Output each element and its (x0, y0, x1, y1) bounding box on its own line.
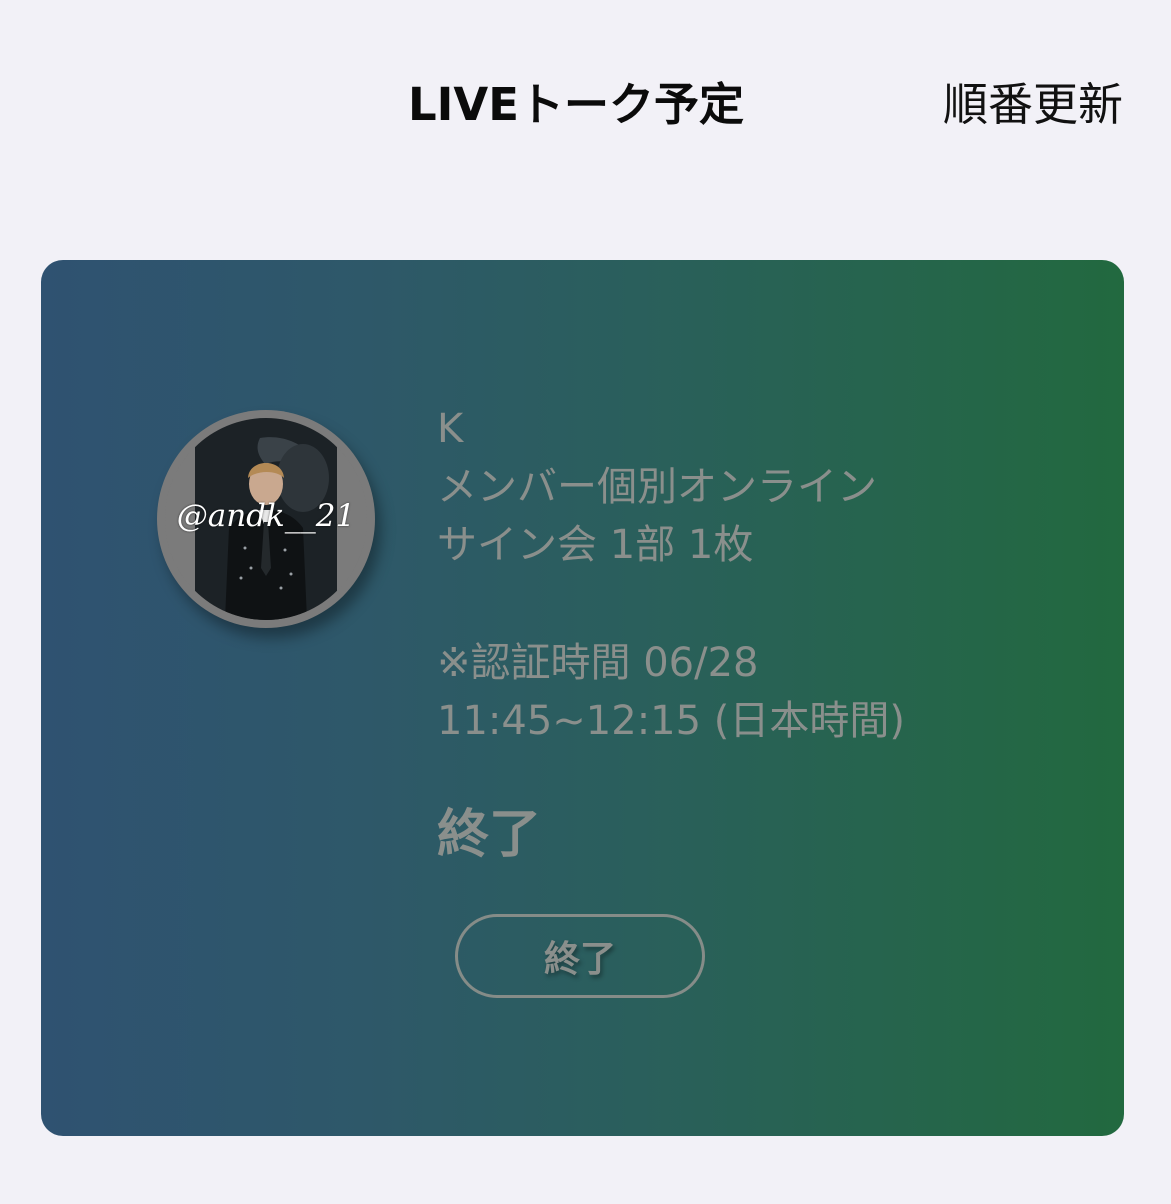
auth-time-line1: ※認証時間 06/28 (437, 640, 759, 686)
avatar: @andk__21 (157, 410, 375, 628)
reorder-button[interactable]: 順番更新 (943, 68, 1123, 133)
event-title-line2: サイン会 1部 1枚 (437, 522, 754, 568)
auth-time-line2: 11:45~12:15 (日本時間) (437, 698, 905, 744)
event-info: K メンバー個別オンライン サイン会 1部 1枚 ※認証時間 06/28 11:… (437, 400, 905, 750)
status-label: 終了 (437, 805, 542, 865)
page-title: LIVEトーク予定 (408, 78, 744, 131)
avatar-watermark: @andk__21 (176, 498, 356, 534)
live-talk-card: @andk__21 K メンバー個別オンライン サイン会 1部 1枚 ※認証時間… (41, 260, 1124, 1136)
header: LIVEトーク予定 順番更新 (0, 0, 1171, 200)
ended-button[interactable]: 終了 (455, 914, 705, 998)
event-title-line1: メンバー個別オンライン (437, 464, 877, 510)
member-name: K (437, 406, 464, 452)
